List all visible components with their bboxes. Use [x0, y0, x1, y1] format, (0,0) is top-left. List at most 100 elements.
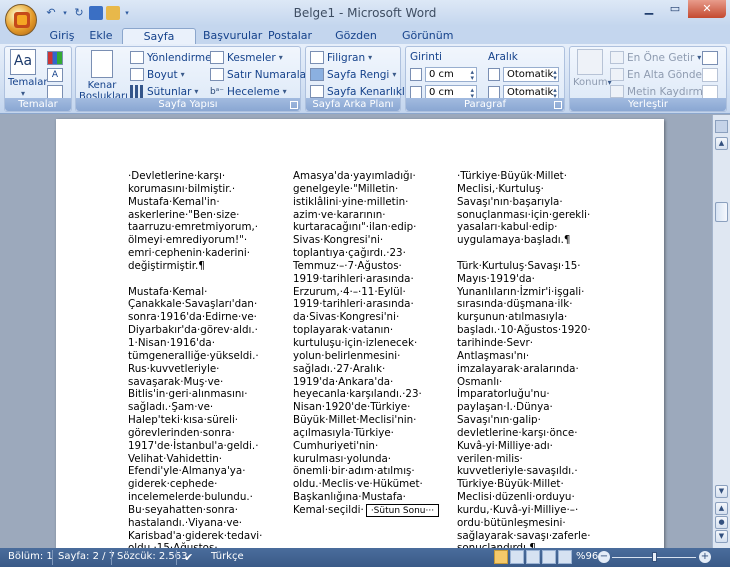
heceleme-button[interactable]: bᵃ⁻ Heceleme ▾ — [210, 84, 287, 99]
girinti-sol-input[interactable]: 0 cm ▴ ▾ — [425, 67, 477, 82]
ruler-toggle-icon[interactable] — [715, 120, 728, 133]
text-line[interactable]: Yunanlıların·İzmir'i·işgali· — [457, 286, 589, 299]
zoom-level[interactable]: %96 — [576, 551, 598, 562]
web-layout-icon[interactable] — [526, 550, 540, 564]
text-line[interactable]: Savaşı'nın·galip· — [457, 414, 589, 427]
zoom-out-icon[interactable]: − — [598, 551, 610, 563]
text-line[interactable]: Türk·Kurtuluş·Savaşı·15· — [457, 260, 589, 273]
text-line[interactable]: kurdu,·Kuvâ-yi·Milliye·–· — [457, 504, 589, 517]
spinner-icon[interactable]: ▴ ▾ — [470, 68, 476, 81]
text-line[interactable]: incelemelerde·bulundu.· — [128, 491, 260, 504]
text-line[interactable]: açılmasıyla·Türkiye· — [293, 427, 425, 440]
text-line[interactable]: verilen·milis· — [457, 453, 589, 466]
text-line[interactable]: tarihinde·Sevr· — [457, 337, 589, 350]
minimize-icon[interactable]: ▁ — [636, 0, 662, 18]
text-line[interactable]: Antlaşması'nı· — [457, 350, 589, 363]
text-line[interactable]: Savaşı'nın·başarıyla· — [457, 196, 589, 209]
theme-fonts-icon[interactable]: A — [47, 68, 63, 82]
filigran-button[interactable]: Filigran ▾ — [310, 50, 372, 65]
align-icon[interactable] — [702, 51, 718, 65]
text-line[interactable] — [457, 247, 589, 260]
text-line[interactable]: imzalayarak·aralarında· — [457, 363, 589, 376]
text-line[interactable]: Kemal·seçildi· — [293, 504, 364, 517]
theme-colors-icon[interactable] — [47, 51, 63, 65]
en-one-getir-button[interactable]: En Öne Getir ▾ — [610, 50, 701, 65]
tab-basvurular[interactable]: Başvurular — [203, 28, 262, 44]
text-line[interactable]: sağlayarak·savaşı·zaferle· — [457, 530, 591, 543]
status-sayfa[interactable]: Sayfa: 2 / 7 — [58, 551, 115, 562]
text-line[interactable]: kurulması·yolunda· — [293, 453, 425, 466]
text-line[interactable]: ·Devletlerine·karşı· — [128, 170, 260, 183]
text-line[interactable]: genelgeyle·"Milletin· — [293, 183, 425, 196]
text-line[interactable]: paylaşan·I.·Dünya· — [457, 401, 589, 414]
text-line[interactable]: 1919·tarihleri·arasında· — [293, 298, 425, 311]
text-line[interactable]: Kuvâ-yi·Milliye·adı· — [457, 440, 589, 453]
text-line[interactable]: Sivas·Kongresi'ni· — [293, 234, 425, 247]
text-line[interactable]: değiştirmiştir.¶ — [128, 260, 260, 273]
text-line[interactable]: Cumhuriyeti'nin· — [293, 440, 425, 453]
kesmeler-button[interactable]: Kesmeler ▾ — [210, 50, 283, 65]
next-page-icon[interactable]: ▼ — [715, 530, 728, 543]
text-line[interactable]: korumasını·bilmiştir.· — [128, 183, 260, 196]
text-line[interactable]: giderek·cephede· — [128, 478, 260, 491]
text-line[interactable] — [128, 273, 260, 286]
text-line[interactable]: Efendi'yle·Almanya'ya· — [128, 465, 260, 478]
sayfa-yapisi-launcher-icon[interactable] — [290, 101, 298, 109]
text-column-2[interactable]: Amasya'da·yayımladığı· genelgeyle·"Millet… — [293, 170, 440, 517]
text-line[interactable]: Diyarbakır'da·görev·aldı.· — [128, 324, 260, 337]
scroll-down-icon[interactable]: ▼ — [715, 485, 728, 498]
draft-icon[interactable] — [558, 550, 572, 564]
text-line[interactable]: Rus·kuvvetleriyle· — [128, 363, 260, 376]
text-line[interactable]: Nisan·1920'de·Türkiye· — [293, 401, 425, 414]
text-line[interactable]: yasaları·kabul·edip· — [457, 221, 589, 234]
text-line[interactable]: taarruzu·emretmiyorum,· — [128, 221, 260, 234]
text-line[interactable]: Türkiye·Büyük·Millet· — [457, 478, 589, 491]
group-objects-icon[interactable] — [702, 68, 718, 82]
text-line[interactable]: 1917'de·İstanbul'a·geldi.· — [128, 440, 260, 453]
text-line[interactable]: uygulamaya·başladı.¶ — [457, 234, 589, 247]
sayfa-kenarliklari-button[interactable]: Sayfa Kenarlıkları — [310, 84, 419, 99]
aralik-once-input[interactable]: Otomatik ▴ ▾ — [503, 67, 559, 82]
tab-sayfa-duzeni[interactable]: Sayfa Düzeni — [122, 28, 196, 58]
text-line[interactable]: istiklâlini·yine·milletin· — [293, 196, 425, 209]
text-line[interactable]: Mayıs·1919'da· — [457, 273, 589, 286]
metin-kaydirma-button[interactable]: Metin Kaydırma▾ — [610, 84, 716, 99]
full-screen-reading-icon[interactable] — [510, 550, 524, 564]
maximize-icon[interactable]: ▭ — [662, 0, 688, 18]
document-page[interactable]: ·Devletlerine·karşı· korumasını·bilmiştir… — [56, 119, 664, 548]
document-area[interactable]: ·Devletlerine·karşı· korumasını·bilmiştir… — [0, 115, 712, 548]
text-line[interactable]: görevlerinden·sonra· — [128, 427, 260, 440]
proofing-icon[interactable]: ✔ — [184, 551, 193, 564]
text-line[interactable]: emri·cephenin·kaderini· — [128, 247, 260, 260]
scroll-thumb[interactable] — [715, 202, 728, 222]
text-line[interactable]: heyecanla·karşılandı.·23· — [293, 388, 425, 401]
en-alta-gonder-button[interactable]: En Alta Gönder▾ — [610, 67, 713, 82]
satir-numaralari-button[interactable]: Satır Numaraları▾ — [210, 67, 320, 82]
text-line[interactable]: kuvvetleriyle·savaşıldı.· — [457, 465, 589, 478]
temalar-button[interactable]: Aa Temalar ▾ — [8, 49, 47, 99]
zoom-in-icon[interactable]: + — [699, 551, 711, 563]
spinner-icon[interactable]: ▴ ▾ — [470, 86, 476, 99]
text-line[interactable]: Osmanlı· — [457, 376, 589, 389]
tab-postalar[interactable]: Postalar — [268, 28, 312, 44]
tab-giris[interactable]: Giriş — [44, 28, 80, 44]
text-line[interactable]: Velihat·Vahidettin· — [128, 453, 260, 466]
text-column-3[interactable]: ·Türkiye·Büyük·Millet· Meclisi,·Kurtuluş·… — [457, 170, 591, 548]
text-line[interactable]: Büyük·Millet·Meclisi'nin· — [293, 414, 425, 427]
text-line[interactable]: kurtaracağını"·ilan·edip· — [293, 221, 425, 234]
text-line[interactable]: Mustafa·Kemal· — [128, 286, 260, 299]
text-line[interactable]: Başkanlığına·Mustafa· — [293, 491, 425, 504]
text-line[interactable]: sırasında·düşmana·ilk· — [457, 298, 589, 311]
text-line[interactable]: 1·Nisan·1916'da· — [128, 337, 260, 350]
text-line[interactable]: Bu·seyahatten·sonra· — [128, 504, 260, 517]
text-line[interactable]: savaşarak·Muş·ve· — [128, 376, 260, 389]
status-dil[interactable]: Türkçe — [211, 551, 244, 562]
theme-effects-icon[interactable] — [47, 85, 63, 99]
text-line[interactable]: toplantıya·çağırdı.·23· — [293, 247, 425, 260]
text-line[interactable]: Amasya'da·yayımladığı· — [293, 170, 425, 183]
text-line[interactable]: tümgeneralliğe·yükseldi.· — [128, 350, 260, 363]
spinner-icon[interactable]: ▴ ▾ — [553, 68, 559, 81]
text-line[interactable]: oldu.·Meclis·ve·Hükümet· — [293, 478, 425, 491]
text-line[interactable]: Meclisi·düzenli·orduyu· — [457, 491, 589, 504]
text-line[interactable]: önemli·bir·adım·atılmış· — [293, 465, 425, 478]
